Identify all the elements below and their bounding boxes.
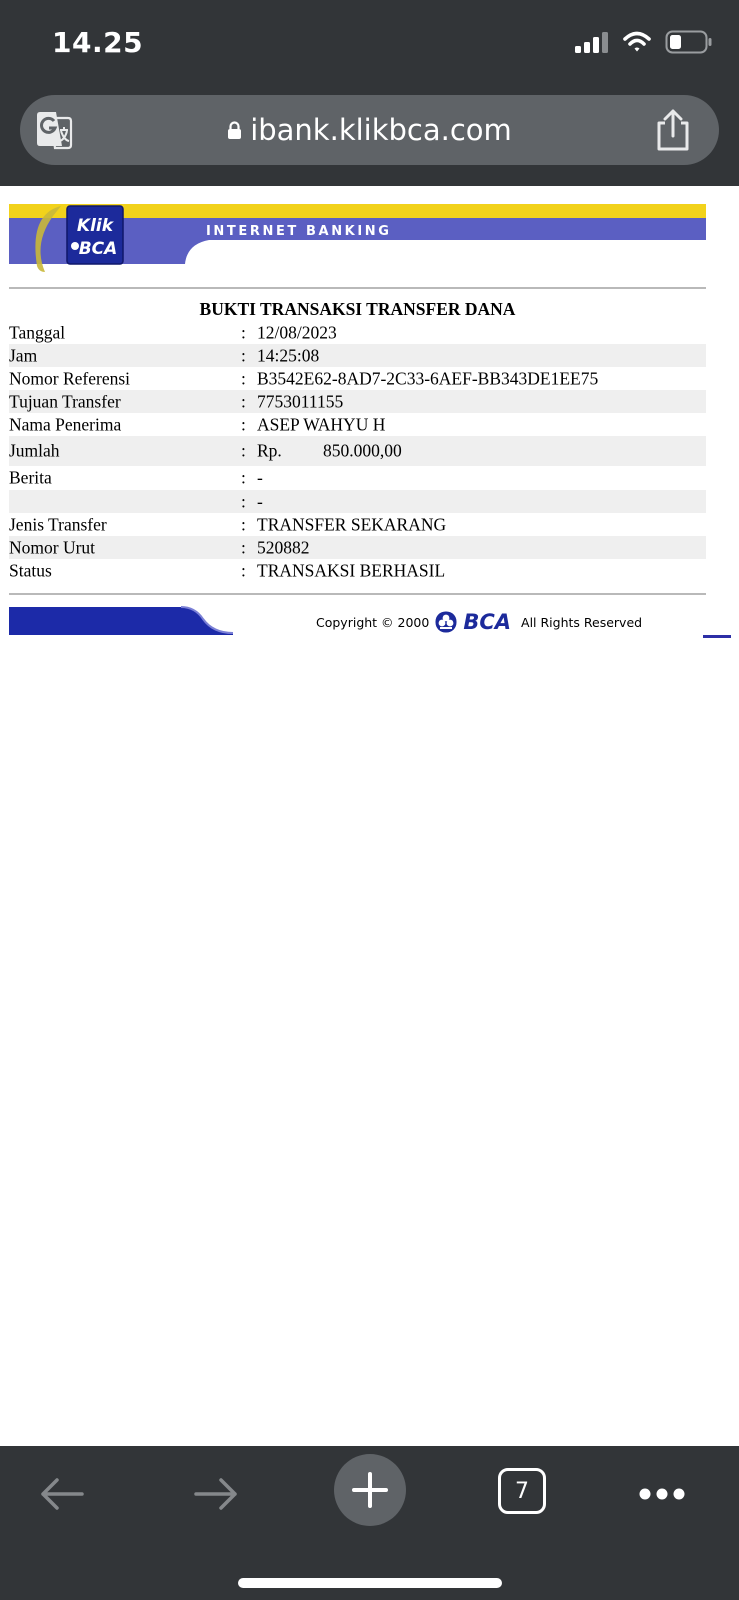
table-row: : - [9,490,706,513]
row-colon: : [241,537,246,557]
new-tab-button[interactable] [334,1454,406,1526]
row-label: Status [9,560,52,580]
row-value: 12/08/2023 [257,322,337,342]
row-colon: : [241,345,246,365]
table-row: Jenis Transfer : TRANSFER SEKARANG [9,513,706,536]
row-value: - [257,491,263,511]
currency-label: Rp. [257,440,282,461]
row-value: 14:25:08 [257,345,320,365]
plus-icon [352,1472,388,1508]
battery-icon [665,30,712,54]
row-colon: : [241,440,246,461]
table-row: Nama Penerima : ASEP WAHYU H [9,413,706,436]
table-row: Nomor Urut : 520882 [9,536,706,559]
status-time: 14.25 [52,26,144,59]
table-row: Nomor Referensi : B3542E62-8AD7-2C33-6AE… [9,367,706,390]
home-indicator [238,1578,502,1588]
forward-arrow-icon [194,1478,237,1510]
row-value: TRANSFER SEKARANG [257,514,447,534]
wifi-icon [623,31,651,52]
page-footer: Copyright © 2000 BCA All Rights Reserved [0,605,739,645]
web-page: Klik BCA INTERNET BANKING BUKTI TRANSAKS… [0,186,739,1446]
logo-bca-text: BCA [79,239,118,259]
tabs-button[interactable]: 7 [498,1468,546,1514]
amount-value: 850.000,00 [323,440,402,461]
back-button[interactable] [32,1464,92,1524]
row-colon: : [241,368,246,388]
share-icon[interactable] [653,108,693,152]
table-row: Jumlah : Rp. 850.000,00 [9,436,706,466]
table-row: Tanggal : 12/08/2023 [9,321,706,344]
footer-swoosh [9,606,233,635]
divider-bottom [9,593,706,595]
row-label: Jumlah [9,440,60,461]
table-row: Tujuan Transfer : 7753011155 [9,390,706,413]
row-label: Berita [9,467,52,488]
more-icon [639,1488,685,1500]
copyright: Copyright © 2000 BCA All Rights Reserved [316,610,642,634]
row-value: - [257,467,263,488]
row-colon: : [241,560,246,580]
logo-klik-text: Klik [77,216,115,236]
row-colon: : [241,467,246,488]
row-colon: : [241,491,246,511]
row-label: Nomor Urut [9,537,96,557]
row-colon: : [241,391,246,411]
row-colon: : [241,322,246,342]
row-colon: : [241,514,246,534]
bca-logo-icon [435,611,457,633]
copyright-text: Copyright © 2000 [316,614,430,630]
url-text[interactable]: ibank.klikbca.com [250,113,512,147]
row-label: Nama Penerima [9,414,122,434]
divider-top [9,287,706,289]
internet-banking-label: INTERNET BANKING [206,224,392,239]
table-row: Berita : - [9,466,706,490]
klikbca-header-banner: Klik BCA INTERNET BANKING [9,204,706,272]
cellular-signal-icon [575,32,608,53]
address-bar[interactable]: ibank.klikbca.com [20,95,719,165]
table-row: Status : TRANSAKSI BERHASIL [9,559,706,582]
bca-brand: BCA [463,610,512,634]
receipt-table: Tanggal : 12/08/2023 Jam : 14:25:08 Nomo… [9,321,706,582]
table-row: Jam : 14:25:08 [9,344,706,367]
row-label: Jenis Transfer [9,514,107,534]
row-value: TRANSAKSI BERHASIL [257,560,446,580]
row-value: 7753011155 [257,391,344,411]
back-arrow-icon [41,1478,84,1510]
tab-count: 7 [515,1478,529,1504]
row-label: Tujuan Transfer [9,391,121,411]
browser-bottom-toolbar: 7 [0,1446,739,1600]
rights-text: All Rights Reserved [521,614,643,630]
browser-top-bar: 14.25 ibank.klikbca.com [0,0,739,186]
row-colon: : [241,414,246,434]
row-label: Nomor Referensi [9,368,131,388]
row-label: Tanggal [9,322,66,342]
status-icons [575,30,713,54]
row-value: B3542E62-8AD7-2C33-6AEF-BB343DE1EE75 [257,368,599,388]
receipt-title: BUKTI TRANSAKSI TRANSFER DANA [199,299,516,319]
lock-icon [228,120,242,139]
more-button[interactable] [632,1464,692,1524]
row-value: ASEP WAHYU H [257,414,386,434]
row-value: 520882 [257,537,310,557]
row-label: Jam [9,345,38,365]
forward-button[interactable] [186,1464,246,1524]
footer-accent-line [703,635,731,638]
